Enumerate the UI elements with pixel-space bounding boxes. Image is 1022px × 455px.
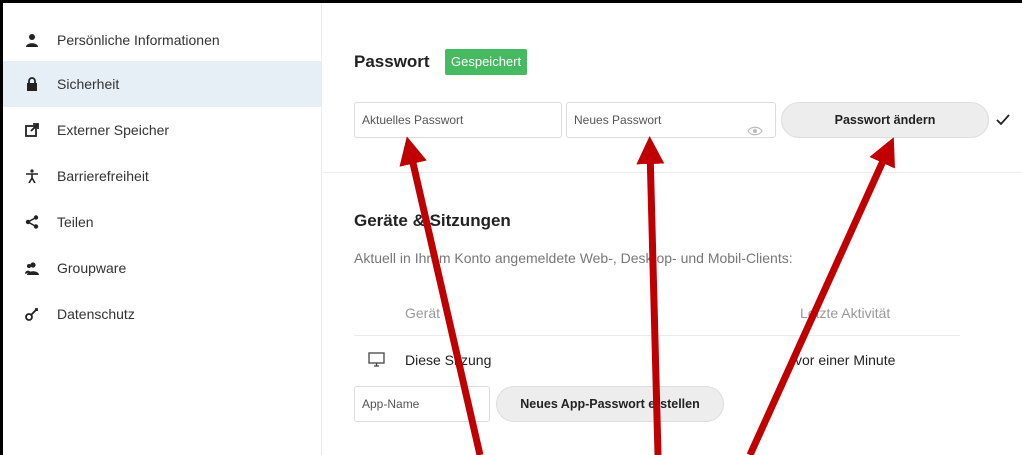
app-name-input[interactable]: App-Name (354, 386, 490, 422)
new-password-placeholder: Neues Passwort (574, 113, 662, 127)
sidebar-item-label: Datenschutz (57, 306, 135, 322)
sidebar-item-label: Teilen (57, 214, 94, 230)
sidebar-item-label: Externer Speicher (57, 122, 170, 138)
settings-sidebar: Persönliche Informationen Sicherheit Ext… (3, 3, 322, 455)
monitor-icon (368, 352, 385, 367)
current-password-input[interactable]: Aktuelles Passwort (354, 102, 562, 138)
password-section-title: Passwort (354, 52, 430, 71)
sidebar-item-privacy[interactable]: Datenschutz (3, 291, 322, 337)
devices-description: Aktuell in Ihrem Konto angemeldete Web-,… (354, 250, 793, 266)
sidebar-item-label: Groupware (57, 260, 127, 276)
saved-badge: Gespeichert (445, 49, 528, 75)
sidebar-item-groupware[interactable]: Groupware (3, 245, 322, 291)
sidebar-item-security[interactable]: Sicherheit (3, 61, 322, 107)
check-icon (996, 113, 1010, 126)
sidebar-item-sharing[interactable]: Teilen (3, 199, 322, 245)
sidebar-item-personal-info[interactable]: Persönliche Informationen (3, 17, 322, 63)
sidebar-item-external-storage[interactable]: Externer Speicher (3, 107, 322, 153)
sidebar-item-accessibility[interactable]: Barrierefreiheit (3, 153, 322, 199)
key-icon (25, 307, 39, 321)
sidebar-item-label: Persönliche Informationen (57, 32, 220, 48)
sidebar-item-label: Sicherheit (57, 76, 120, 92)
person-icon (25, 33, 39, 47)
accessibility-icon (25, 169, 39, 183)
eye-icon[interactable] (747, 115, 763, 136)
table-row-divider (354, 335, 960, 336)
devices-section-title: Geräte & Sitzungen (354, 211, 511, 230)
group-icon (25, 261, 39, 275)
section-divider (323, 172, 1022, 173)
sidebar-item-label: Barrierefreiheit (57, 168, 149, 184)
change-password-button[interactable]: Passwort ändern (781, 102, 989, 138)
session-name: Diese Sitzung (405, 352, 492, 368)
column-header-device: Gerät (405, 305, 441, 321)
create-app-password-button[interactable]: Neues App-Passwort erstellen (496, 386, 724, 422)
share-icon (25, 215, 39, 229)
external-link-icon (25, 123, 39, 137)
lock-icon (25, 77, 39, 91)
column-header-last-activity: Letzte Aktivität (800, 305, 891, 321)
session-last-activity: vor einer Minute (795, 352, 896, 368)
new-password-input[interactable]: Neues Passwort (566, 102, 776, 138)
